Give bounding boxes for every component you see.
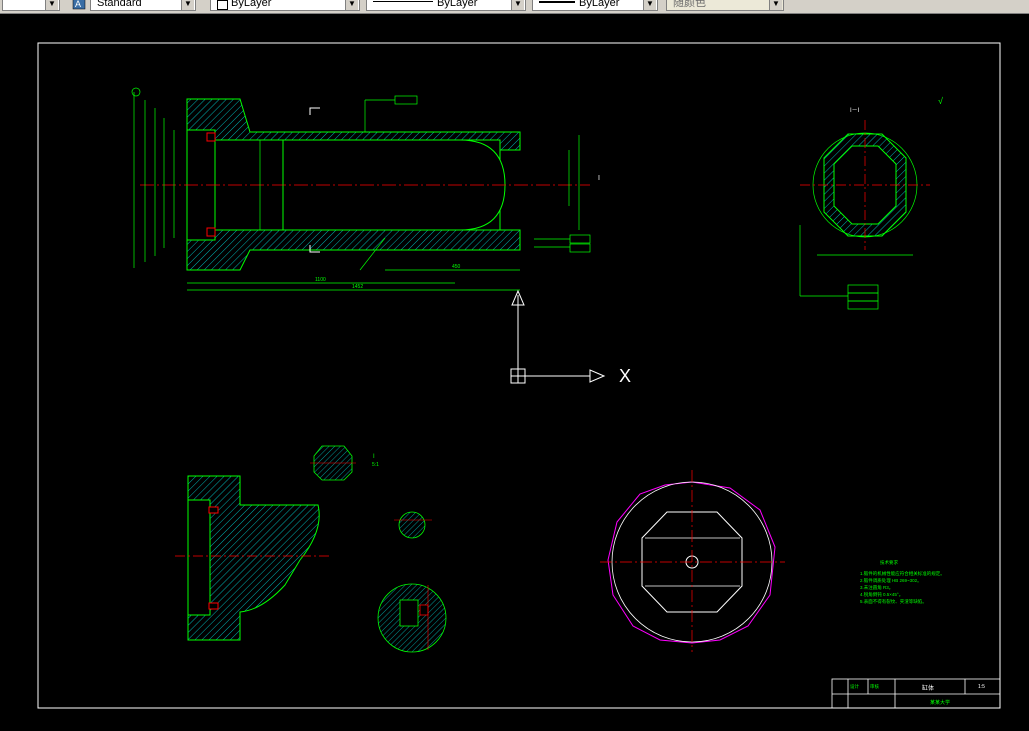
lineweight-sample [539,1,575,3]
partial-view [175,475,330,641]
previous-dropdown[interactable]: ▼ [2,0,60,11]
linetype-dropdown[interactable]: ByLayer ▼ [366,0,526,11]
chevron-down-icon: ▼ [511,0,524,10]
tech-note-2: 2.锻件调质处理 HB 269~302。 [860,577,922,584]
color-value: 随颜色 [673,0,706,9]
linetype-value: ByLayer [437,0,478,9]
detail-views: I 5:1 [310,445,447,653]
dim-overall: 1452 [352,284,363,290]
lineweight-value: ByLayer [579,0,620,9]
chevron-down-icon: ▼ [181,0,194,10]
tech-notes: 技术要求 1.锻件的机械性能应符合相关标准的规定。 2.锻件调质处理 HB 26… [860,559,945,605]
school-name: 某某大学 [930,699,950,706]
section-side-label: I [598,175,600,182]
text-style-icon[interactable]: A [72,0,86,10]
textstyle-dropdown[interactable]: Standard ▼ [90,0,196,11]
x-axis-label: X [619,366,631,386]
end-view [600,470,785,652]
cad-drawing-canvas[interactable]: 1452 1100 450 I X I－I √ I 5:1 技术要求 1.锻件的… [0,14,1029,731]
tech-note-5: 5.表面不得有裂纹、夹渣等缺陷。 [860,598,927,605]
layer-color-swatch [217,0,228,10]
chevron-down-icon: ▼ [45,0,58,10]
dim-inner: 1100 [315,277,326,283]
tech-note-4: 4.锐角倒钝 0.5×45°。 [860,591,903,598]
ucs-icon: X [510,289,631,386]
color-dropdown[interactable]: 随颜色 ▼ [666,0,784,11]
dim-partial: 450 [452,264,461,270]
svg-text:A: A [75,0,81,9]
chevron-down-icon: ▼ [769,0,782,10]
tech-note-1: 1.锻件的机械性能应符合相关标准的规定。 [860,570,945,577]
checker-label: 审核 [870,683,879,690]
view-scale: 5:1 [372,462,379,468]
chevron-down-icon: ▼ [643,0,656,10]
detail-label: I [373,454,375,460]
title-block: 缸体 1:5 某某大学 设计 审核 [831,678,1001,709]
part-name: 缸体 [922,684,934,692]
section-title: I－I [850,108,860,114]
layer-value: ByLayer [231,0,272,9]
layer-dropdown[interactable]: ByLayer ▼ [210,0,360,11]
textstyle-value: Standard [97,0,142,9]
scale-value: 1:5 [978,684,985,690]
tech-title: 技术要求 [880,559,898,566]
linetype-sample [373,1,433,2]
chevron-down-icon: ▼ [345,0,358,10]
main-section-view: 1452 1100 450 I [131,87,600,291]
tech-note-3: 3.未注圆角 R3。 [860,584,893,591]
roughness-note: √ [938,96,943,106]
lineweight-dropdown[interactable]: ByLayer ▼ [532,0,658,11]
section-view-octagon: I－I √ [799,96,943,310]
designer-label: 设计 [850,683,859,690]
properties-toolbar: ▼ A Standard ▼ ByLayer ▼ ByLayer ▼ ByLay… [0,0,1029,14]
